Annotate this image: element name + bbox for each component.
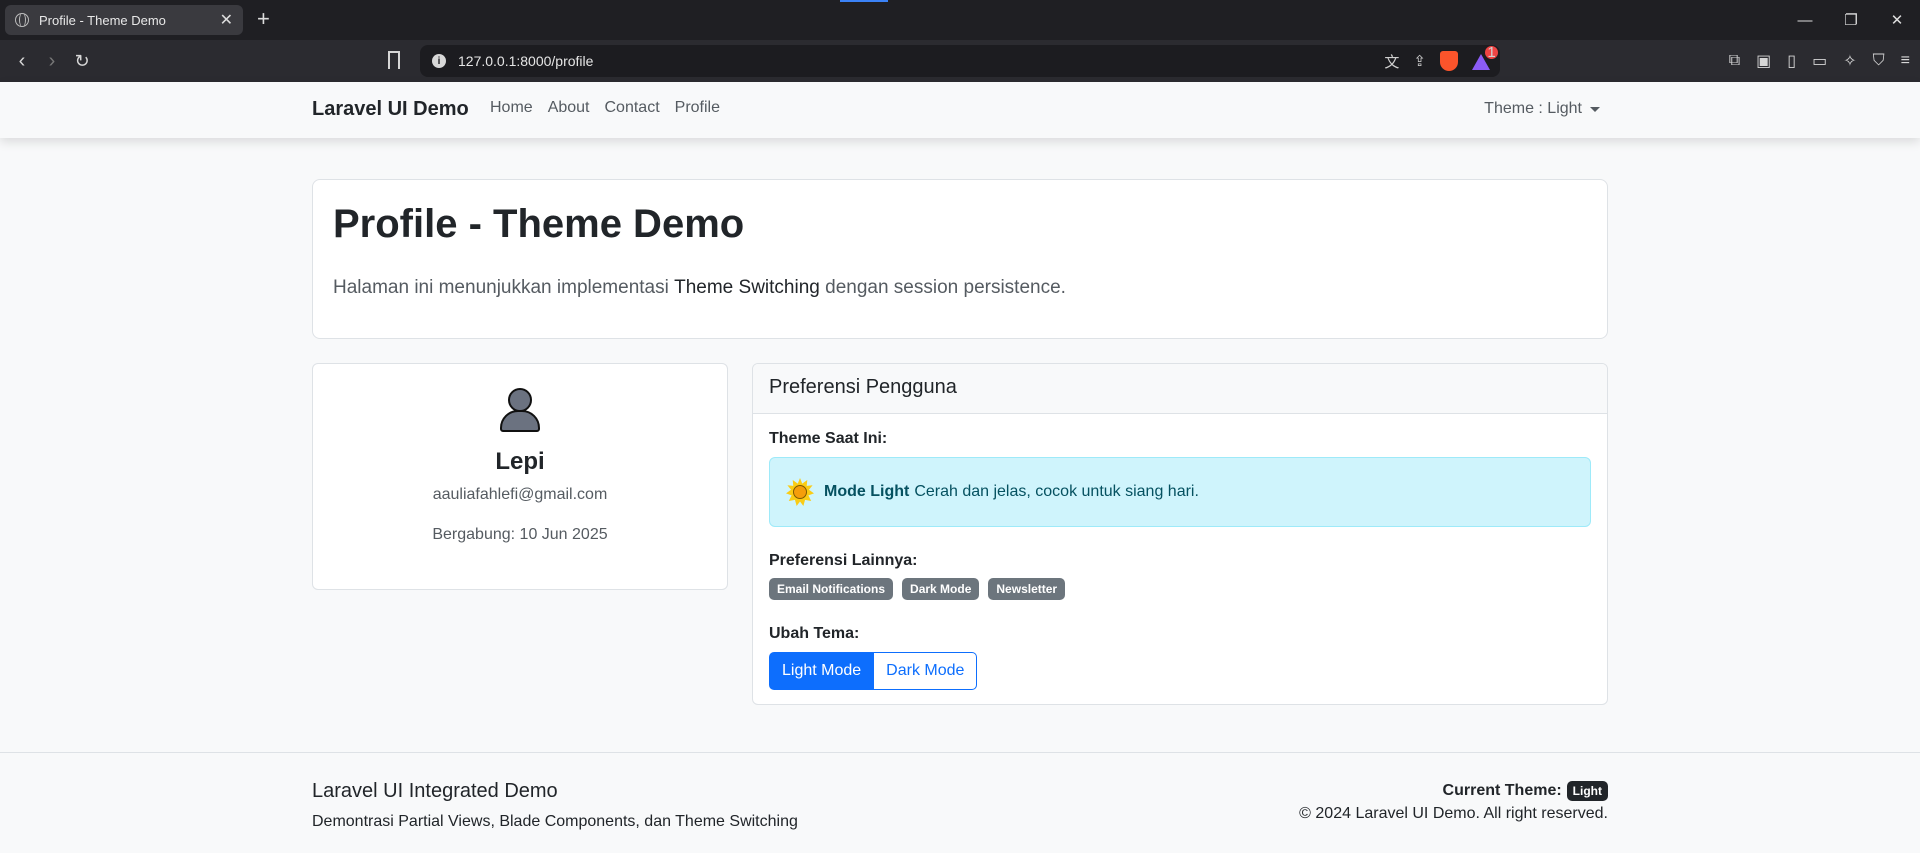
change-theme-label: Ubah Tema: [769,625,860,642]
profile-name: Lepi [495,448,545,475]
profile-email: aauliafahlefi@gmail.com [432,486,608,503]
light-mode-button[interactable]: Light Mode [769,652,875,690]
description-start: Halaman ini menunjukkan implementasi [333,277,675,298]
alert-description: Cerah dan jelas, cocok untuk siang hari. [914,483,1199,500]
profile-card: Lepi aauliafahlefi@gmail.com Bergabung: … [312,363,728,590]
alert-mode-name: Mode Light [824,483,910,500]
app-navbar: Laravel UI Demo Home About Contact Profi… [0,82,1920,138]
sidebar-icon[interactable]: ▯ [1787,51,1796,71]
nav-links: Home About Contact Profile [490,99,735,117]
nav-link-contact[interactable]: Contact [605,99,660,117]
rewards-badge: 1 [1485,44,1498,61]
footer-theme-label: Current Theme: [1442,782,1562,799]
theme-button-group: Light Mode Dark Mode [769,652,978,690]
close-window-icon[interactable]: ✕ [1874,0,1920,40]
nav-link-home[interactable]: Home [490,99,533,117]
back-icon[interactable]: ‹ [10,49,34,73]
tab-indicator-line [840,0,888,2]
address-bar[interactable]: i 127.0.0.1:8000/profile 文 ⇪ 1 [420,44,1500,77]
badge-email-notifications: Email Notifications [769,578,894,600]
page-header-card: Profile - Theme Demo Halaman ini menunju… [312,179,1608,339]
description-emphasis: Theme Switching [674,277,820,298]
new-tab-button[interactable]: + [257,7,270,31]
preferences-card: Preferensi Pengguna Theme Saat Ini: Mode… [752,363,1608,705]
browser-tab[interactable]: Profile - Theme Demo ✕ [5,5,243,35]
share-icon[interactable]: ⇪ [1413,52,1426,70]
url-text[interactable]: 127.0.0.1:8000/profile [458,53,593,69]
minimize-icon[interactable]: — [1782,0,1828,40]
extensions-icon[interactable]: ⧉ [1729,52,1740,70]
footer-subtitle: Demontrasi Partial Views, Blade Componen… [312,813,798,830]
current-theme-label: Theme Saat Ini: [769,430,888,447]
browser-tabbar: Profile - Theme Demo ✕ + — ❐ ✕ [0,0,1920,40]
description-end: dengan session persistence. [819,277,1066,298]
theme-dropdown[interactable]: Theme : Light [1484,100,1600,118]
page-description: Halaman ini menunjukkan implementasi The… [333,277,1587,299]
dark-mode-button[interactable]: Dark Mode [874,652,978,690]
tab-title: Profile - Theme Demo [39,12,166,28]
nav-link-profile[interactable]: Profile [675,99,720,117]
footer-current-theme: Current Theme: Light [1443,781,1608,801]
restore-icon[interactable]: ❐ [1828,0,1874,40]
reload-icon[interactable]: ↻ [70,49,94,73]
footer-theme-badge: Light [1566,781,1608,801]
site-info-icon[interactable]: i [432,54,446,68]
caret-down-icon [1590,106,1600,112]
leo-ai-icon[interactable]: ✧ [1843,51,1856,71]
close-tab-icon[interactable]: ✕ [220,10,233,30]
menu-icon[interactable]: ≡ [1901,52,1910,70]
footer-copyright: © 2024 Laravel UI Demo. All right reserv… [1299,805,1608,822]
brave-rewards-icon[interactable]: 1 [1472,44,1498,70]
tab-search-icon[interactable]: ▣ [1756,51,1771,71]
other-preferences-label: Preferensi Lainnya: [769,552,918,569]
preferences-header: Preferensi Pengguna [753,364,1607,414]
nav-link-about[interactable]: About [548,99,590,117]
forward-icon[interactable]: › [40,49,64,73]
profile-joined: Bergabung: 10 Jun 2025 [432,526,608,543]
preference-badges: Email Notifications Dark Mode Newsletter [769,578,1591,600]
bookmark-icon[interactable] [388,51,400,69]
brave-shields-icon[interactable] [1440,51,1458,71]
globe-icon [15,12,29,27]
window-controls: — ❐ ✕ [1782,0,1920,40]
translate-icon[interactable]: 文 [1384,51,1399,72]
page-footer: Laravel UI Integrated Demo Demontrasi Pa… [0,752,1920,853]
navbar-brand[interactable]: Laravel UI Demo [312,98,469,121]
footer-title: Laravel UI Integrated Demo [312,780,558,802]
avatar-icon [500,388,540,434]
theme-info-alert: Mode Light Cerah dan jelas, cocok untuk … [769,457,1591,527]
badge-newsletter: Newsletter [988,578,1066,600]
theme-dropdown-label: Theme : Light [1484,100,1582,117]
vpn-icon[interactable]: ⛉ [1873,52,1885,70]
browser-toolbar: ‹ › ↻ i 127.0.0.1:8000/profile 文 ⇪ 1 ⧉ ▣… [0,40,1920,82]
badge-dark-mode: Dark Mode [902,578,980,600]
wallet-icon[interactable]: ▭ [1812,51,1827,71]
sun-icon [786,478,814,506]
page-title: Profile - Theme Demo [333,202,745,246]
